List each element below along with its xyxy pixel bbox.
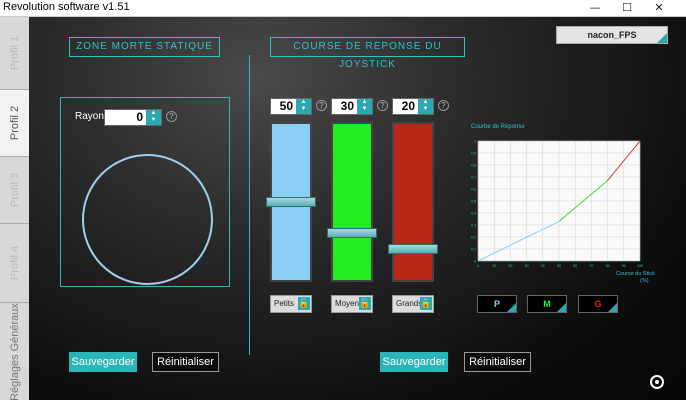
tab-profil-1[interactable]: Profil 1 <box>0 17 29 90</box>
stepper-arrows-icon[interactable]: ▲ ▼ <box>146 110 161 125</box>
slider-thumb[interactable] <box>388 243 438 254</box>
slider-thumb[interactable] <box>327 228 377 239</box>
preset-m-button[interactable]: M <box>527 295 567 313</box>
unlock-icon: 🔓 <box>359 297 371 310</box>
small-value: 50 <box>279 99 293 113</box>
stepper-arrows-icon[interactable]: ▲ ▼ <box>418 99 433 114</box>
y-tick-label: 0.7 <box>471 175 476 179</box>
tab-profil-4[interactable]: Profil 4 <box>0 224 29 303</box>
small-lock-toggle[interactable]: Petits 🔓 <box>270 295 312 313</box>
radius-value: 0 <box>136 110 143 124</box>
dead-zone-header: ZONE MORTE STATIQUE <box>69 37 220 57</box>
preset-label: G <box>594 299 602 309</box>
chart-x-ticks: 0 10 20 30 40 50 60 70 80 90 100 <box>477 264 643 268</box>
info-icon[interactable] <box>650 375 664 389</box>
response-reset-button[interactable]: Réinitialiser <box>464 352 531 372</box>
y-tick-label: 0 <box>474 259 476 263</box>
tab-profil-2[interactable]: Profil 2 <box>0 90 29 157</box>
y-tick-label: 0.1 <box>471 247 476 251</box>
lock-label: Petits <box>274 299 295 308</box>
y-tick-label: 0.8 <box>471 163 476 167</box>
stepper-arrows-icon[interactable]: ▲ ▼ <box>357 99 372 114</box>
preset-p-button[interactable]: P <box>477 295 517 313</box>
close-button[interactable]: ✕ <box>646 0 672 16</box>
medium-value: 30 <box>340 99 354 113</box>
help-icon[interactable]: ? <box>377 100 388 111</box>
x-tick-label: 70 <box>589 264 593 268</box>
dead-zone-reset-button[interactable]: Réinitialiser <box>152 352 219 372</box>
radius-stepper[interactable]: 0 ▲ ▼ <box>104 109 162 126</box>
section-divider <box>249 55 250 355</box>
y-tick-label: 0.5 <box>471 199 476 203</box>
dead-zone-save-button[interactable]: Sauvegarder <box>69 352 137 372</box>
slider-thumb[interactable] <box>266 197 316 207</box>
large-lock-toggle[interactable]: Grands 🔒 <box>392 295 434 313</box>
response-save-button[interactable]: Sauvegarder <box>380 352 448 372</box>
x-tick-label: 50 <box>557 264 561 268</box>
help-icon[interactable]: ? <box>316 100 327 111</box>
minimize-button[interactable]: — <box>582 0 608 16</box>
large-value-stepper[interactable]: 20 ▲ ▼ <box>392 98 434 115</box>
y-tick-label: 1 <box>474 139 476 143</box>
x-tick-label: 100 <box>637 264 643 268</box>
tab-label: Profil 2 <box>8 105 21 141</box>
y-tick-label: 0.3 <box>471 223 476 227</box>
tab-profil-3[interactable]: Profil 3 <box>0 157 29 224</box>
medium-lock-toggle[interactable]: Moyens 🔓 <box>331 295 373 313</box>
profile-name: nacon_FPS <box>587 30 637 40</box>
tab-label: Réglages Généraux <box>8 302 21 400</box>
response-curve-chart: Courbe de Réponse 0 0.1 0.2 0.3 0.4 0.5 0.6 0.7… <box>471 124 656 284</box>
lock-label: Grands <box>396 299 423 308</box>
medium-value-stepper[interactable]: 30 ▲ ▼ <box>331 98 373 115</box>
chart-x-label-line1: Course du Stick <box>616 271 655 277</box>
tab-label: Profil 3 <box>8 172 21 208</box>
chart-grid <box>477 140 641 262</box>
preset-label: P <box>493 299 500 309</box>
corner-mark-icon <box>557 303 566 312</box>
tab-reglages-generaux[interactable]: Réglages Généraux <box>0 303 29 400</box>
chart-x-label-line2: (%) <box>640 278 649 284</box>
x-tick-label: 10 <box>492 264 496 268</box>
chart-title: Courbe de Réponse <box>471 124 525 130</box>
profile-name-badge[interactable]: nacon_FPS <box>556 26 668 44</box>
window-title: Revolution software v1.51 <box>3 1 130 13</box>
corner-mark-icon <box>507 303 516 312</box>
dead-zone-circle <box>82 154 213 285</box>
corner-mark-icon <box>608 303 617 312</box>
help-icon[interactable]: ? <box>438 100 449 111</box>
help-icon[interactable]: ? <box>166 111 177 122</box>
x-tick-label: 90 <box>622 264 626 268</box>
large-value: 20 <box>401 99 415 113</box>
unlock-icon: 🔓 <box>298 297 310 310</box>
preset-label: M <box>543 299 551 309</box>
y-tick-label: 0.9 <box>471 151 476 155</box>
maximize-button[interactable]: ☐ <box>614 0 640 16</box>
large-slider[interactable] <box>388 122 438 282</box>
y-tick-label: 0.6 <box>471 187 476 191</box>
small-slider[interactable] <box>266 122 316 282</box>
corner-mark-icon <box>657 33 667 43</box>
x-tick-label: 60 <box>573 264 577 268</box>
stepper-arrows-icon[interactable]: ▲ ▼ <box>296 99 311 114</box>
chart-y-ticks: 0 0.1 0.2 0.3 0.4 0.5 0.6 0.7 0.8 0.9 1 <box>471 139 476 263</box>
preset-g-button[interactable]: G <box>578 295 618 313</box>
tab-label: Profil 4 <box>8 245 21 281</box>
response-header: COURSE DE REPONSE DU JOYSTICK <box>270 37 465 70</box>
y-tick-label: 0.2 <box>471 235 476 239</box>
medium-slider[interactable] <box>327 122 377 282</box>
y-tick-label: 0.4 <box>471 211 476 215</box>
x-tick-label: 30 <box>525 264 529 268</box>
tab-label: Profil 1 <box>8 35 21 71</box>
x-tick-label: 40 <box>541 264 545 268</box>
chart-x-label: Course du Stick (%) <box>616 271 656 284</box>
lock-icon: 🔒 <box>420 297 432 310</box>
radius-label: Rayon: <box>75 111 107 122</box>
app-area: Profil 1 Profil 2 Profil 3 Profil 4 Régl… <box>0 17 686 400</box>
x-tick-label: 20 <box>508 264 512 268</box>
small-value-stepper[interactable]: 50 ▲ ▼ <box>270 98 312 115</box>
x-tick-label: 80 <box>606 264 610 268</box>
x-tick-label: 0 <box>477 264 479 268</box>
title-bar: Revolution software v1.51 — ☐ ✕ <box>0 0 686 17</box>
sidebar: Profil 1 Profil 2 Profil 3 Profil 4 Régl… <box>0 17 29 400</box>
